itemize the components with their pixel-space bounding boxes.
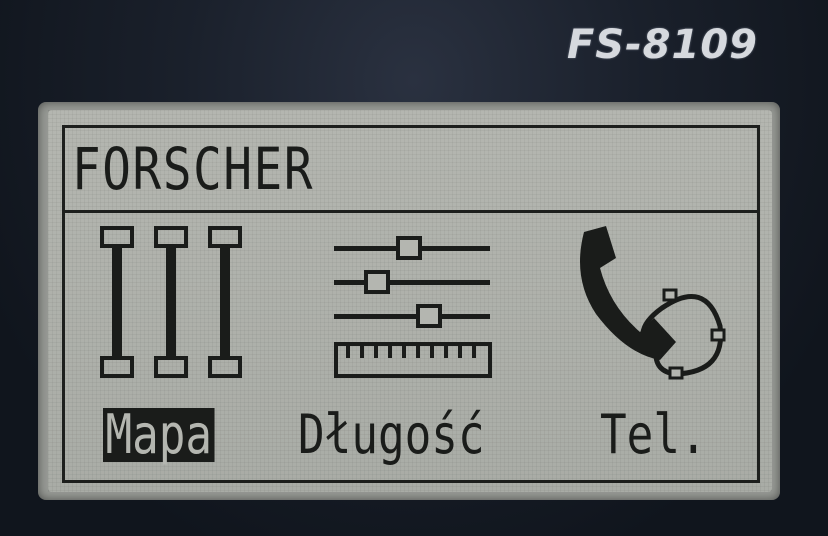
sliders-ruler-icon[interactable]	[330, 230, 496, 382]
bars-icon[interactable]	[96, 222, 256, 386]
model-label: FS-8109	[566, 22, 758, 68]
screen-title: FORSCHER	[72, 135, 315, 203]
menu-label-mapa[interactable]: Mapa	[103, 408, 215, 462]
menu-label-tel[interactable]: Tel.	[600, 408, 707, 462]
phone-icon[interactable]	[566, 222, 736, 388]
menu-label-dlugosc[interactable]: Długość	[298, 408, 485, 462]
